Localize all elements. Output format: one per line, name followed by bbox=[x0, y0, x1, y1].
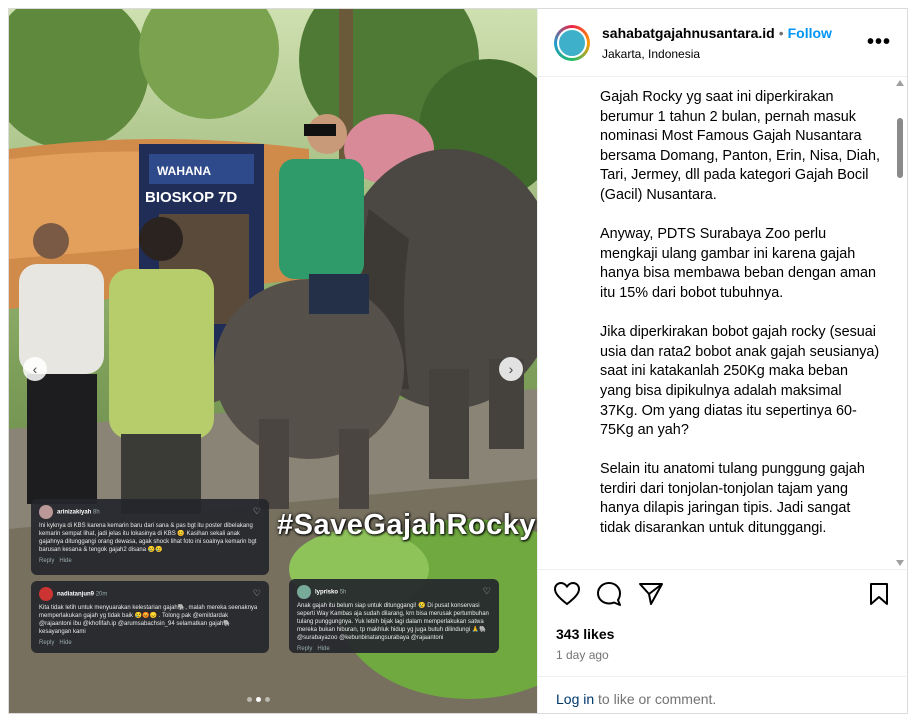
post-side-panel: sahabatgajahnusantara.id • Follow Jakarta,… bbox=[537, 9, 907, 713]
hashtag-overlay: #SaveGajahRocky bbox=[277, 509, 536, 541]
comment-time: 8h bbox=[93, 509, 100, 516]
sign-text-1: WAHANA bbox=[157, 164, 211, 178]
more-options-icon[interactable]: ••• bbox=[867, 31, 891, 54]
comment-reply: Reply bbox=[39, 558, 55, 564]
account-avatar[interactable] bbox=[554, 24, 590, 61]
comment-hide: Hide bbox=[59, 558, 72, 564]
heart-icon[interactable] bbox=[554, 582, 580, 606]
comment-card-3: lyprisko 5h Anak gajah itu belum siap un… bbox=[289, 579, 499, 653]
elephant-logo-icon bbox=[557, 27, 587, 58]
comment-card-1: arinizakiyah 8h Ini kyknya di KBS karena… bbox=[31, 499, 269, 575]
avatar bbox=[39, 587, 53, 601]
scroll-down-arrow-icon[interactable] bbox=[896, 560, 904, 566]
sign-text-2: BIOSKOP 7D bbox=[145, 189, 237, 206]
chevron-left-icon: ‹ bbox=[32, 361, 38, 377]
comment-card-2: nadiatanjun9 20m Kita tidak letih untuk … bbox=[31, 581, 269, 653]
caption-paragraph: Anyway, PDTS Surabaya Zoo perlu mengkaji… bbox=[600, 226, 877, 301]
chevron-right-icon: › bbox=[508, 361, 514, 377]
post-header: sahabatgajahnusantara.id • Follow Jakarta,… bbox=[538, 9, 907, 77]
post-timestamp: 1 day ago bbox=[556, 648, 609, 662]
login-prompt: Log in to like or comment. bbox=[538, 676, 906, 714]
share-icon[interactable] bbox=[638, 582, 664, 606]
carousel-dot-active bbox=[256, 697, 261, 702]
caption-scrollbar[interactable] bbox=[895, 78, 905, 568]
caption-paragraph: Gajah Rocky yg saat ini diperkirakan ber… bbox=[600, 89, 880, 203]
next-media-button[interactable]: › bbox=[499, 357, 523, 381]
heart-icon: ♡ bbox=[252, 588, 261, 598]
comment-text: Ini kyknya di KBS karena kemarin baru da… bbox=[39, 523, 257, 553]
post-caption: Gajah Rocky yg saat ini diperkirakan ber… bbox=[600, 88, 882, 558]
comment-time: 20m bbox=[95, 591, 108, 598]
heart-icon: ♡ bbox=[482, 586, 491, 596]
heart-icon: ♡ bbox=[252, 506, 261, 516]
avatar bbox=[297, 585, 311, 599]
post-location[interactable]: Jakarta, Indonesia bbox=[602, 47, 832, 61]
follow-button[interactable]: Follow bbox=[788, 25, 832, 41]
account-info: sahabatgajahnusantara.id • Follow Jakarta,… bbox=[602, 25, 832, 61]
comment-text: Anak gajah itu belum siap untuk ditungga… bbox=[297, 603, 489, 641]
carousel-dots bbox=[247, 697, 270, 702]
login-prompt-text: to like or comment. bbox=[594, 691, 717, 707]
action-icons bbox=[554, 582, 664, 606]
prev-media-button[interactable]: ‹ bbox=[23, 357, 47, 381]
carousel-dot bbox=[247, 697, 252, 702]
account-username[interactable]: sahabatgajahnusantara.id bbox=[602, 25, 775, 41]
caption-scroll-area[interactable]: Gajah Rocky yg saat ini diperkirakan ber… bbox=[538, 78, 906, 568]
post-media[interactable]: WAHANA BIOSKOP 7D #SaveGajahRocky ariniz… bbox=[9, 9, 537, 713]
carousel-dot bbox=[265, 697, 270, 702]
comment-hide: Hide bbox=[59, 640, 72, 646]
comment-hide: Hide bbox=[317, 646, 330, 652]
comment-user: lyprisko bbox=[315, 589, 339, 596]
comment-reply: Reply bbox=[39, 640, 55, 646]
scrollbar-thumb[interactable] bbox=[897, 118, 903, 178]
post-frame: WAHANA BIOSKOP 7D #SaveGajahRocky ariniz… bbox=[8, 8, 908, 714]
comment-reply: Reply bbox=[297, 646, 313, 652]
likes-count[interactable]: 343 likes bbox=[556, 626, 614, 642]
comment-text: Kita tidak letih untuk menyuarakan keles… bbox=[39, 605, 258, 635]
login-link[interactable]: Log in bbox=[556, 691, 594, 707]
caption-paragraph: Selain itu anatomi tulang punggung gajah… bbox=[600, 461, 865, 537]
scroll-up-arrow-icon[interactable] bbox=[896, 80, 904, 86]
comment-icon[interactable] bbox=[596, 582, 622, 606]
caption-paragraph: Jika diperkirakan bobot gajah rocky (ses… bbox=[600, 324, 880, 439]
comment-user: nadiatanjun9 bbox=[57, 591, 95, 598]
post-actions: 343 likes 1 day ago Log in to like or co… bbox=[538, 569, 906, 713]
bookmark-icon[interactable] bbox=[868, 582, 890, 606]
comment-user: arinizakiyah bbox=[57, 509, 92, 516]
avatar bbox=[39, 505, 53, 519]
comment-time: 5h bbox=[339, 589, 347, 596]
separator-dot: • bbox=[778, 24, 784, 41]
